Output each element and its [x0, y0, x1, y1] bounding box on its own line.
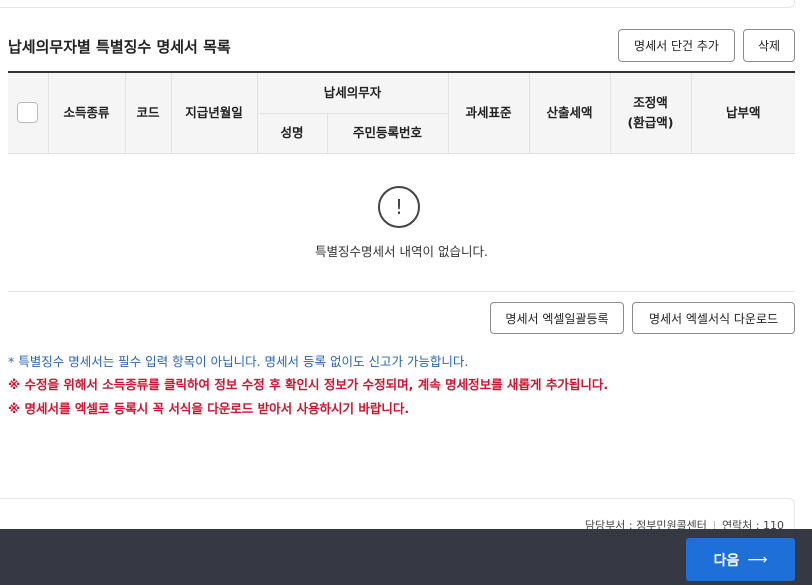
next-label: 다음 — [713, 552, 740, 569]
excel-bulk-upload-button[interactable]: 명세서 엑셀일괄등록 — [490, 302, 624, 334]
header-name: 성명 — [256, 113, 327, 154]
arrow-right-icon: ⟶ — [747, 551, 768, 568]
header-tax-base: 과세표준 — [447, 72, 530, 154]
statement-table: 소득종류 코드 지급년월일 납세의무자 과세표준 산출세액 조정액 (환급액) … — [8, 71, 796, 154]
select-all-cell — [8, 72, 48, 154]
header-adjusted-amount: 조정액 (환급액) — [609, 72, 692, 154]
select-all-checkbox[interactable] — [17, 102, 39, 124]
delete-button[interactable]: 삭제 — [743, 29, 795, 62]
header-calculated-tax: 산출세액 — [528, 72, 611, 154]
empty-state: ! 특별징수명세서 내역이 없습니다. — [8, 154, 795, 292]
header-adjusted-amount-line2: (환급액) — [627, 114, 674, 130]
warning-note-edit: ※ 수정을 위해서 소득종류를 클릭하여 정보 수정 후 확인시 정보가 수정되… — [8, 377, 609, 392]
header-income-type[interactable]: 소득종류 — [47, 72, 125, 154]
header-payment-amount: 납부액 — [690, 72, 796, 154]
header-code: 코드 — [124, 72, 171, 154]
section-title: 납세의무자별 특별징수 명세서 목록 — [8, 38, 231, 56]
header-payment-date: 지급년월일 — [170, 72, 257, 154]
add-single-statement-button[interactable]: 명세서 단건 추가 — [618, 29, 735, 62]
alert-circle-icon: ! — [378, 186, 420, 228]
header-taxpayer-group: 납세의무자 — [256, 72, 449, 114]
warning-note-excel: ※ 명세서를 엑셀로 등록시 꼭 서식을 다운로드 받아서 사용하시기 바랍니다… — [8, 401, 410, 416]
top-card-edge — [0, 0, 795, 8]
empty-message: 특별징수명세서 내역이 없습니다. — [315, 244, 488, 259]
next-button[interactable]: 다음 ⟶ — [686, 538, 795, 581]
header-adjusted-amount-line1: 조정액 — [633, 94, 668, 110]
excel-template-download-button[interactable]: 명세서 엑셀서식 다운로드 — [632, 302, 795, 334]
info-note: * 특별징수 명세서는 필수 입력 항목이 아닙니다. 명세서 등록 없이도 신… — [8, 354, 469, 369]
header-resident-number: 주민등록번호 — [326, 113, 449, 154]
